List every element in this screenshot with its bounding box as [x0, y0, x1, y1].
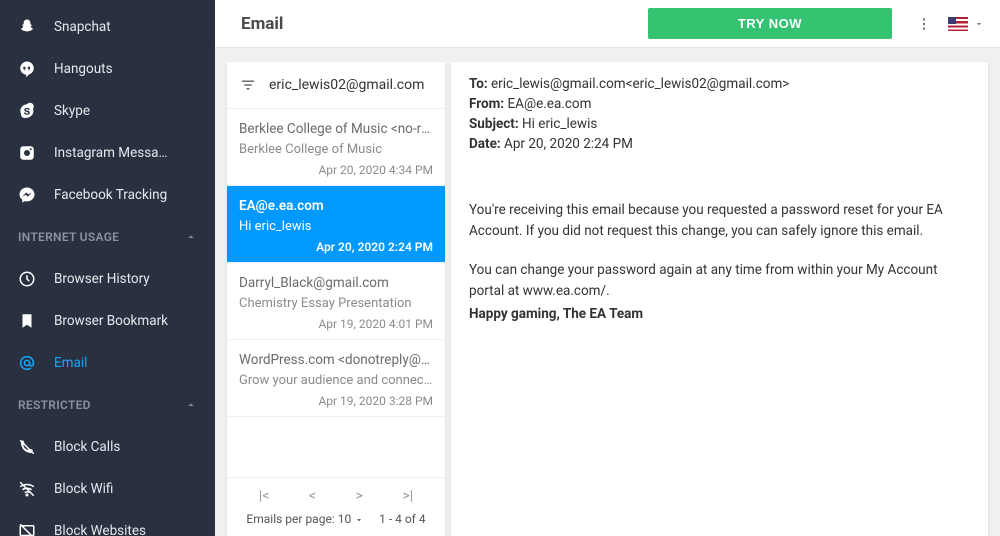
section-internet-usage[interactable]: INTERNET USAGE	[0, 216, 215, 258]
locale-selector[interactable]	[948, 17, 984, 31]
email-date: Apr 19, 2020 3:28 PM	[239, 394, 433, 408]
try-now-button[interactable]: TRY NOW	[648, 8, 892, 39]
chevron-up-icon	[185, 231, 197, 243]
email-date: Apr 20, 2020 2:24 PM	[239, 240, 433, 254]
sidebar-item-snapchat[interactable]: Snapchat	[0, 6, 215, 48]
at-icon	[18, 354, 36, 372]
pager-label: Emails per page:	[246, 512, 334, 526]
sidebar-item-history[interactable]: Browser History	[0, 258, 215, 300]
sidebar-item-blockwifi[interactable]: Block Wifi	[0, 468, 215, 510]
block-wifi-icon	[18, 480, 36, 498]
email-from: Berklee College of Music <no-repl…	[239, 121, 433, 137]
sidebar-item-label: Block Websites	[54, 523, 197, 536]
account-email: eric_lewis02@gmail.com	[269, 77, 424, 93]
messenger-icon	[18, 186, 36, 204]
email-preview-panel: To: eric_lewis@gmail.com<eric_lewis02@gm…	[451, 62, 988, 536]
email-item[interactable]: Berklee College of Music <no-repl… Berkl…	[227, 109, 445, 186]
pager-range: 1 - 4 of 4	[379, 512, 425, 526]
chevron-up-icon	[185, 399, 197, 411]
page-last-button[interactable]: >|	[402, 488, 413, 504]
sidebar-item-hangouts[interactable]: Hangouts	[0, 48, 215, 90]
section-restricted[interactable]: RESTRICTED	[0, 384, 215, 426]
sidebar-item-label: Instagram Messa…	[54, 145, 197, 161]
section-label: INTERNET USAGE	[18, 230, 119, 244]
instagram-icon	[18, 144, 36, 162]
sidebar-item-skype[interactable]: Skype	[0, 90, 215, 132]
filter-icon	[239, 76, 257, 94]
email-from: WordPress.com <donotreply@e0.…	[239, 352, 433, 368]
email-date: Apr 20, 2020 4:34 PM	[239, 163, 433, 177]
email-item[interactable]: WordPress.com <donotreply@e0.… Grow your…	[227, 340, 445, 417]
pagination: |< < > >| Emails per page: 10 1 - 4 of 4	[227, 477, 445, 536]
from-value: EA@e.ea.com	[507, 96, 591, 112]
subject-value: Hi eric_lewis	[522, 116, 597, 132]
email-from: Darryl_Black@gmail.com	[239, 275, 433, 291]
sidebar-item-label: Block Calls	[54, 439, 197, 455]
account-selector[interactable]: eric_lewis02@gmail.com	[227, 62, 445, 109]
topbar: Email TRY NOW	[215, 0, 1000, 48]
email-item[interactable]: Darryl_Black@gmail.com Chemistry Essay P…	[227, 263, 445, 340]
skype-icon	[18, 102, 36, 120]
sidebar-item-label: Block Wifi	[54, 481, 197, 497]
body-para: You're receiving this email because you …	[469, 200, 970, 242]
email-from: EA@e.ea.com	[239, 198, 433, 214]
sidebar-item-label: Browser Bookmark	[54, 313, 197, 329]
block-calls-icon	[18, 438, 36, 456]
pager-size[interactable]: 10	[338, 512, 352, 526]
page-first-button[interactable]: |<	[259, 488, 270, 504]
bookmark-icon	[18, 312, 36, 330]
email-item[interactable]: EA@e.ea.com Hi eric_lewis Apr 20, 2020 2…	[227, 186, 445, 263]
subject-label: Subject:	[469, 116, 519, 132]
sidebar-item-label: Facebook Tracking	[54, 187, 197, 203]
block-websites-icon	[18, 522, 36, 536]
main-content: Email TRY NOW eric_lewis02@gmail.com Ber…	[215, 0, 1000, 536]
flag-us-icon	[948, 17, 968, 31]
date-label: Date:	[469, 136, 501, 152]
chevron-down-icon	[974, 19, 984, 29]
email-subject: Chemistry Essay Presentation	[239, 296, 433, 311]
to-value: eric_lewis@gmail.com<eric_lewis02@gmail.…	[491, 76, 789, 92]
sidebar-item-blockcalls[interactable]: Block Calls	[0, 426, 215, 468]
sidebar-item-fbtracking[interactable]: Facebook Tracking	[0, 174, 215, 216]
page-title: Email	[241, 14, 283, 34]
sidebar-item-label: Skype	[54, 103, 197, 119]
clock-icon	[18, 270, 36, 288]
sidebar-item-label: Email	[54, 355, 197, 371]
email-subject: Grow your audience and connect with …	[239, 373, 433, 388]
hangouts-icon	[18, 60, 36, 78]
chevron-down-icon[interactable]	[354, 515, 364, 525]
section-label: RESTRICTED	[18, 398, 91, 412]
sidebar-item-instagram[interactable]: Instagram Messa…	[0, 132, 215, 174]
body-signature: Happy gaming, The EA Team	[469, 304, 970, 325]
sidebar-item-label: Browser History	[54, 271, 197, 287]
sidebar-item-blockweb[interactable]: Block Websites	[0, 510, 215, 536]
sidebar-item-bookmark[interactable]: Browser Bookmark	[0, 300, 215, 342]
more-icon[interactable]	[916, 16, 932, 32]
email-body: You're receiving this email because you …	[469, 200, 970, 325]
body-para: You can change your password again at an…	[469, 260, 970, 302]
email-subject: Berklee College of Music	[239, 142, 433, 157]
sidebar-item-email[interactable]: Email	[0, 342, 215, 384]
page-next-button[interactable]: >	[356, 488, 363, 504]
email-subject: Hi eric_lewis	[239, 219, 433, 234]
sidebar-item-label: Snapchat	[54, 19, 197, 35]
page-prev-button[interactable]: <	[309, 488, 316, 504]
from-label: From:	[469, 96, 504, 112]
email-date: Apr 19, 2020 4:01 PM	[239, 317, 433, 331]
snapchat-icon	[18, 18, 36, 36]
to-label: To:	[469, 76, 488, 92]
date-value: Apr 20, 2020 2:24 PM	[504, 136, 633, 152]
email-list-panel: eric_lewis02@gmail.com Berklee College o…	[227, 62, 445, 536]
sidebar: Snapchat Hangouts Skype Instagram Messa……	[0, 0, 215, 536]
sidebar-item-label: Hangouts	[54, 61, 197, 77]
